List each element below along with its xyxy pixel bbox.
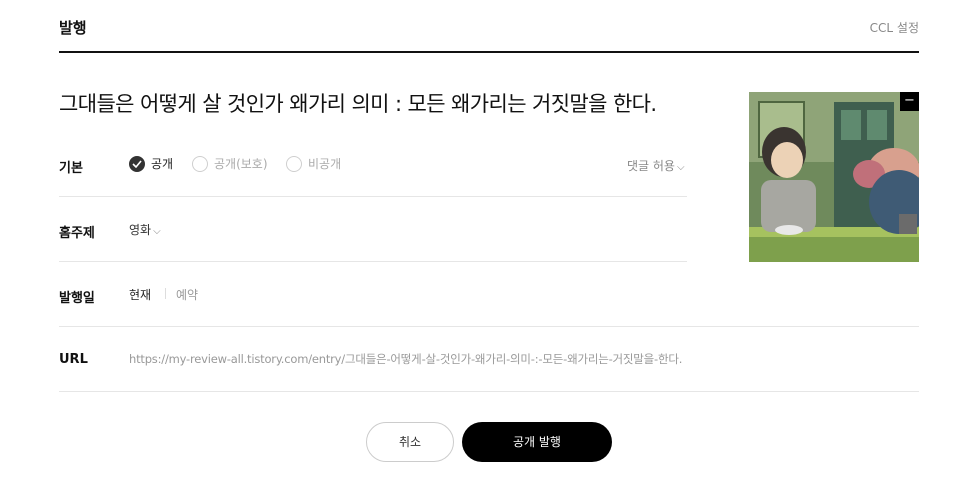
row-divider	[59, 261, 687, 262]
category-dropdown[interactable]: 영화 ⌵	[129, 221, 161, 238]
publish-button[interactable]: 공개 발행	[462, 422, 612, 462]
url-label: URL	[59, 352, 88, 367]
radio-public-label: 공개	[151, 157, 174, 171]
date-option-separator	[165, 288, 166, 299]
dialog-title: 발행	[59, 19, 87, 37]
radio-public[interactable]: 공개	[129, 155, 173, 172]
row-divider	[59, 196, 687, 197]
radio-public-protected-label: 공개(보호)	[214, 157, 268, 171]
visibility-label: 기본	[59, 161, 83, 176]
check-icon	[129, 155, 145, 172]
comment-permission-label: 댓글 허용	[627, 159, 675, 173]
row-divider	[59, 326, 919, 327]
row-divider	[59, 391, 919, 392]
publish-date-label: 발행일	[59, 291, 95, 306]
publish-now-option[interactable]: 현재	[129, 286, 151, 303]
comment-permission-dropdown[interactable]: 댓글 허용 ⌵	[627, 157, 685, 174]
ccl-settings-link[interactable]: CCL 설정	[870, 19, 919, 36]
category-value: 영화	[129, 223, 152, 237]
radio-public-protected[interactable]: 공개(보호)	[192, 155, 268, 172]
header-divider	[59, 51, 919, 53]
thumbnail-illustration	[749, 92, 919, 262]
chevron-down-icon: ⌵	[153, 226, 161, 237]
radio-circle-icon	[192, 155, 208, 172]
publish-reserve-option[interactable]: 예약	[176, 286, 198, 303]
remove-thumbnail-button[interactable]: −	[900, 92, 919, 111]
thumbnail-image: −	[749, 92, 919, 262]
post-url: https://my-review-all.tistory.com/entry/…	[129, 352, 683, 366]
radio-circle-icon	[286, 155, 302, 172]
post-title: 그대들은 어떻게 살 것인가 왜가리 의미 : 모든 왜가리는 거짓말을 한다.	[59, 92, 657, 116]
cancel-button[interactable]: 취소	[366, 422, 454, 462]
radio-private-label: 비공개	[308, 157, 342, 171]
category-label: 홈주제	[59, 226, 95, 241]
radio-private[interactable]: 비공개	[286, 155, 341, 172]
chevron-down-icon: ⌵	[676, 162, 685, 173]
